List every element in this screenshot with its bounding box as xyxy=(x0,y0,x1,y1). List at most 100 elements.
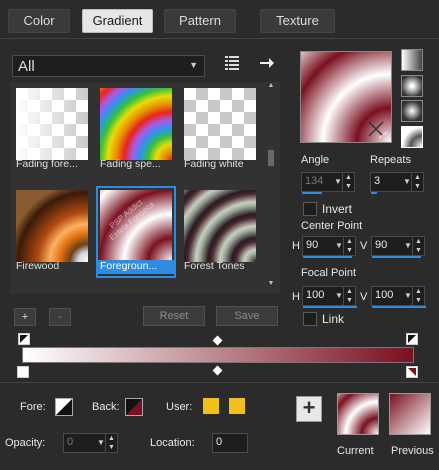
location-input[interactable]: 0 xyxy=(212,433,248,453)
library-item-forest-tones[interactable]: Forest Tones xyxy=(180,186,260,278)
invert-checkbox[interactable] xyxy=(303,202,317,216)
opacity-label: Opacity: xyxy=(5,437,46,449)
center-h-spinner[interactable]: 90 ▼ ▲ ▼ xyxy=(302,236,356,258)
opacity-value: 0 xyxy=(67,436,74,448)
angle-label: Angle xyxy=(301,154,330,166)
library-item-label: Forest Tones xyxy=(184,260,245,272)
focal-v-value: 100 xyxy=(375,289,394,301)
gradient-bar[interactable] xyxy=(22,347,414,363)
scroll-up-icon[interactable]: ▲ xyxy=(266,82,276,92)
angle-spinner[interactable]: 134 ▼ ▲ ▼ xyxy=(301,172,355,194)
radial-style-button[interactable] xyxy=(401,126,423,148)
transparency-stop-start[interactable] xyxy=(18,333,30,345)
editor-divider xyxy=(0,382,439,383)
transparency-midpoint[interactable] xyxy=(212,335,223,346)
location-value: 0 xyxy=(216,436,223,448)
center-v-spinner[interactable]: 90 ▼ ▲ ▼ xyxy=(371,236,425,258)
previous-gradient-swatch[interactable] xyxy=(389,393,431,435)
arrow-right-icon[interactable] xyxy=(258,55,276,71)
library-menu-icon[interactable] xyxy=(223,55,241,71)
gradient-thumbnail xyxy=(16,88,88,160)
focal-v-label: V xyxy=(360,291,368,303)
focal-v-spinner[interactable]: 100 ▼ ▲ ▼ xyxy=(371,286,426,308)
gradient-thumbnail xyxy=(184,88,256,160)
save-button[interactable]: Save xyxy=(216,306,278,326)
library-item-label: Firewood xyxy=(16,260,60,272)
focal-h-spinner[interactable]: 100 ▼ ▲ ▼ xyxy=(302,286,357,308)
center-h-label: H xyxy=(292,240,300,252)
add-swatch-button[interactable]: + xyxy=(296,396,322,422)
spin-arrows-icon[interactable]: ▲ ▼ xyxy=(105,434,117,452)
color-stop-start[interactable] xyxy=(17,366,29,378)
center-h-value: 90 xyxy=(306,239,319,251)
library-item-firewood[interactable]: Firewood xyxy=(12,186,92,278)
center-v-label: V xyxy=(360,240,368,252)
tab-gradient[interactable]: Gradient xyxy=(82,9,153,33)
link-checkbox[interactable] xyxy=(303,312,317,326)
library-filter-dropdown[interactable]: All ▼ xyxy=(12,55,205,77)
invert-label: Invert xyxy=(322,202,353,216)
spin-arrows-icon[interactable]: ▲ ▼ xyxy=(411,173,423,191)
angle-slider-fill xyxy=(302,192,322,194)
focal-h-value: 100 xyxy=(306,289,325,301)
library-grid: Fading fore... Fading spe... Fading whit… xyxy=(10,82,280,294)
spin-arrows-icon[interactable]: ▲ ▼ xyxy=(343,287,355,305)
scroll-down-icon[interactable]: ▼ xyxy=(266,280,276,290)
back-swatch[interactable] xyxy=(125,398,143,416)
tab-texture[interactable]: Texture xyxy=(260,9,335,33)
gradient-thumbnail xyxy=(184,190,256,262)
rectangular-style-button[interactable] xyxy=(401,75,423,97)
link-label: Link xyxy=(322,312,345,326)
focal-point-label: Focal Point xyxy=(301,267,357,279)
spin-arrows-icon[interactable]: ▲ ▼ xyxy=(412,287,424,305)
library-scrollbar[interactable]: ▲ ▼ xyxy=(266,82,276,292)
library-item-fading-spectrum[interactable]: Fading spe... xyxy=(96,84,176,176)
chevron-down-icon: ▼ xyxy=(189,60,198,70)
library-item-fading-foreground[interactable]: Fading fore... xyxy=(12,84,92,176)
center-v-slider-fill xyxy=(372,256,421,258)
library-filter-value: All xyxy=(18,58,35,75)
library-item-label: Fading spe... xyxy=(100,158,161,170)
previous-label: Previous xyxy=(391,445,434,457)
fore-label: Fore: xyxy=(20,401,46,413)
scrollbar-thumb[interactable] xyxy=(268,150,274,166)
sunburst-style-button[interactable] xyxy=(401,100,423,122)
tab-pattern[interactable]: Pattern xyxy=(164,9,236,33)
spin-arrows-icon[interactable]: ▲ ▼ xyxy=(412,237,424,255)
gradient-thumbnail xyxy=(16,190,88,262)
spin-arrows-icon[interactable]: ▲ ▼ xyxy=(342,173,354,191)
user-swatch-2[interactable] xyxy=(229,398,245,414)
current-label: Current xyxy=(337,445,374,457)
spin-arrows-icon[interactable]: ▲ ▼ xyxy=(343,237,355,255)
tab-color[interactable]: Color xyxy=(8,9,70,33)
focal-h-slider-fill xyxy=(303,306,357,308)
repeats-slider-fill xyxy=(371,192,377,194)
linear-style-button[interactable] xyxy=(401,49,423,71)
opacity-spinner[interactable]: 0 ▼ ▲ ▼ xyxy=(63,433,118,453)
color-stop-end[interactable] xyxy=(406,366,418,378)
add-gradient-button[interactable]: + xyxy=(14,308,36,326)
reset-button[interactable]: Reset xyxy=(143,306,205,326)
transparency-stop-end[interactable] xyxy=(406,333,418,345)
color-midpoint[interactable] xyxy=(212,365,223,376)
repeats-label: Repeats xyxy=(370,154,411,166)
user-swatch-1[interactable] xyxy=(203,398,219,414)
fore-swatch[interactable] xyxy=(55,398,73,416)
focal-v-slider-fill xyxy=(372,306,426,308)
location-label: Location: xyxy=(150,437,195,449)
library-item-foreground-background[interactable]: PSP Addict Estela Fonseca Foregroun... xyxy=(96,186,176,278)
back-label: Back: xyxy=(92,401,120,413)
library-item-label: Fading fore... xyxy=(16,158,78,170)
gradient-preview[interactable] xyxy=(300,51,392,143)
center-h-slider-fill xyxy=(303,256,352,258)
library-item-label: Foregroun... xyxy=(98,260,174,274)
focal-h-label: H xyxy=(292,291,300,303)
remove-gradient-button[interactable]: - xyxy=(49,308,71,326)
repeats-spinner[interactable]: 3 ▼ ▲ ▼ xyxy=(370,172,424,194)
crosshair-icon[interactable] xyxy=(367,120,387,140)
user-label: User: xyxy=(166,401,193,413)
library-item-label: Fading white xyxy=(184,158,244,170)
library-item-fading-white[interactable]: Fading white xyxy=(180,84,260,176)
current-gradient-swatch[interactable] xyxy=(337,393,379,435)
center-v-value: 90 xyxy=(375,239,388,251)
